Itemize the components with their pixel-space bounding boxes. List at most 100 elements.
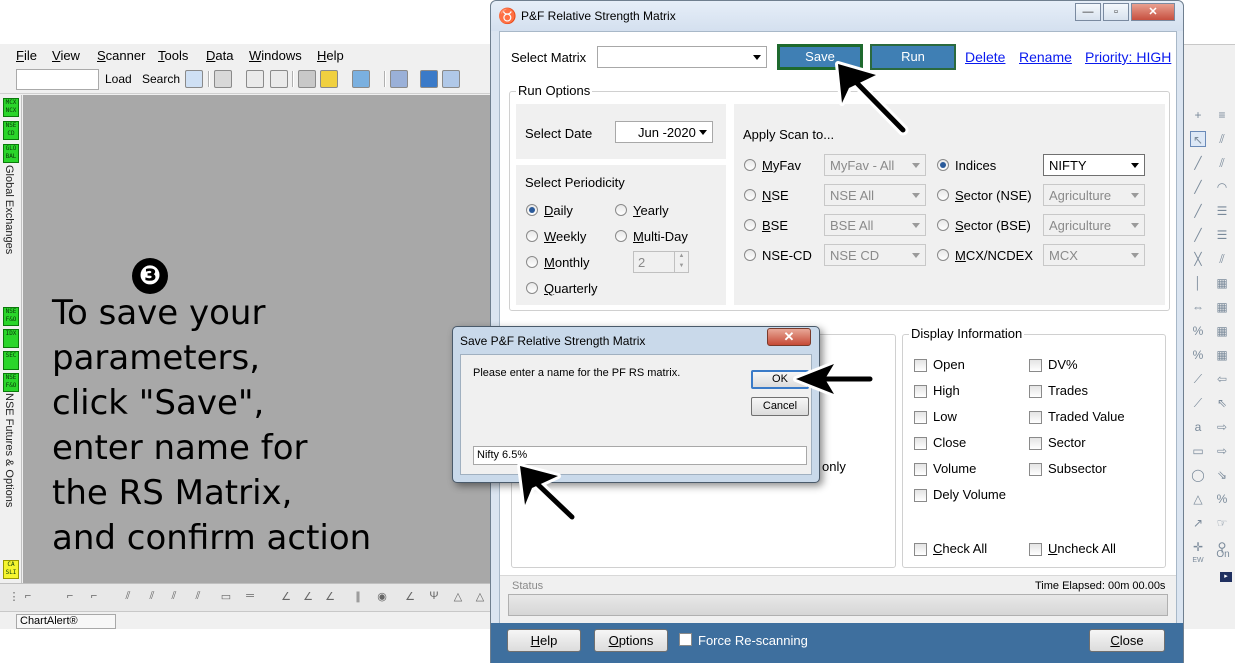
checkbox-check-all[interactable]: [914, 543, 927, 556]
percent-icon[interactable]: %: [1190, 323, 1206, 339]
window-close-button[interactable]: ✕: [1131, 3, 1175, 21]
triangle-icon[interactable]: △: [450, 590, 466, 606]
stepper-down-icon[interactable]: ▼: [674, 262, 688, 272]
arrow-left-icon[interactable]: ⇦: [1214, 371, 1230, 387]
checkbox-traded-value[interactable]: [1029, 411, 1042, 424]
grid-lines-icon[interactable]: ≡: [1214, 107, 1230, 123]
ruler-decimal-icon[interactable]: ⌐: [86, 590, 102, 606]
arrow-right-2-icon[interactable]: ⇨: [1214, 443, 1230, 459]
horizontal-line-icon[interactable]: ═: [242, 590, 258, 606]
ok-button[interactable]: OK: [751, 370, 809, 389]
ruler-icon[interactable]: ⌐: [62, 590, 78, 606]
radio-monthly[interactable]: [526, 256, 538, 268]
network-icon[interactable]: [390, 70, 408, 88]
menu-scanner[interactable]: Scanner: [97, 48, 145, 63]
ray-2-icon[interactable]: ╱: [1190, 203, 1206, 219]
radio-daily[interactable]: [526, 204, 538, 216]
crosshair-icon[interactable]: +: [1190, 107, 1206, 123]
ray-3-icon[interactable]: ╱: [1190, 227, 1206, 243]
vertical-line-icon[interactable]: │: [1190, 275, 1206, 291]
checkbox-volume[interactable]: [914, 463, 927, 476]
close-button[interactable]: Close: [1089, 629, 1165, 652]
radio-myfav[interactable]: [744, 159, 756, 171]
move-icon[interactable]: ✛: [1190, 539, 1206, 555]
pf-chart-icon[interactable]: [185, 70, 203, 88]
help-button[interactable]: Help: [507, 629, 581, 652]
exchange-button-ca[interactable]: CA SLI: [3, 560, 19, 579]
sector-bse-dropdown[interactable]: Agriculture: [1043, 214, 1145, 236]
fan-icon[interactable]: ∠: [278, 590, 294, 606]
exchange-button-global[interactable]: GLO BAL: [3, 144, 19, 163]
ew-svia-icon[interactable]: EW: [1188, 557, 1208, 573]
channel-icon[interactable]: ⫽: [144, 590, 160, 606]
channel-2-icon[interactable]: ⫽: [166, 590, 182, 606]
mcx-ncdex-dropdown[interactable]: MCX: [1043, 244, 1145, 266]
menu-data[interactable]: Data: [206, 48, 233, 63]
force-rescan-checkbox[interactable]: [679, 633, 692, 646]
load-button[interactable]: Load: [105, 72, 132, 86]
menu-file[interactable]: File: [16, 48, 37, 63]
save-disk-icon[interactable]: [214, 70, 232, 88]
rectangle-icon[interactable]: ▭: [1190, 443, 1206, 459]
maximize-button[interactable]: ▫: [1103, 3, 1129, 21]
radio-indices[interactable]: [937, 159, 949, 171]
checkbox-low[interactable]: [914, 411, 927, 424]
line-icon[interactable]: ╱: [1190, 155, 1206, 171]
checkbox-dv-percent[interactable]: [1029, 359, 1042, 372]
channel-3-icon[interactable]: ⫽: [190, 590, 206, 606]
arrow-down-right-icon[interactable]: ⇘: [1214, 467, 1230, 483]
exchange-button-sec[interactable]: SEC: [3, 351, 19, 370]
arrow-right-icon[interactable]: ⇨: [1214, 419, 1230, 435]
radio-nse[interactable]: [744, 189, 756, 201]
exchange-button-nse-cd[interactable]: NSE CD: [3, 121, 19, 140]
fan-2-icon[interactable]: ∠: [300, 590, 316, 606]
hatch-icon[interactable]: ⫽: [1214, 155, 1230, 171]
ellipse-icon[interactable]: ◯: [1190, 467, 1206, 483]
abc-text-icon[interactable]: a: [1190, 419, 1206, 435]
sector-nse-dropdown[interactable]: Agriculture: [1043, 184, 1145, 206]
dialog-close-button[interactable]: ✕: [767, 328, 811, 346]
checkbox-open[interactable]: [914, 359, 927, 372]
lines-icon[interactable]: ⫽: [1214, 131, 1230, 147]
exchange-button-mcx[interactable]: MCX NCX: [3, 98, 19, 117]
dm-icon[interactable]: [298, 70, 316, 88]
checkbox-close[interactable]: [914, 437, 927, 450]
checkbox-uncheck-all[interactable]: [1029, 543, 1042, 556]
select-matrix-dropdown[interactable]: [597, 46, 767, 68]
minimize-button[interactable]: —: [1075, 3, 1101, 21]
ray-icon[interactable]: ╱: [1190, 179, 1206, 195]
checkbox-high[interactable]: [914, 385, 927, 398]
table-2-icon[interactable]: ▦: [1214, 323, 1230, 339]
fib-2-icon[interactable]: ☰: [1214, 227, 1230, 243]
multi-day-stepper[interactable]: 2 ▲ ▼: [633, 251, 689, 273]
pitchfork-icon[interactable]: Ψ: [426, 590, 442, 606]
symbol-input[interactable]: [16, 69, 99, 90]
radio-mcx-ncdex[interactable]: [937, 249, 949, 261]
matrix-name-input[interactable]: Nifty 6.5%: [473, 446, 807, 465]
priority-link[interactable]: Priority: HIGH: [1085, 49, 1171, 65]
bse-dropdown[interactable]: BSE All: [824, 214, 926, 236]
trendline-icon[interactable]: ⫽: [120, 590, 136, 606]
globe-icon[interactable]: [420, 70, 438, 88]
search-button[interactable]: Search: [142, 72, 180, 86]
nse-dropdown[interactable]: NSE All: [824, 184, 926, 206]
radio-yearly[interactable]: [615, 204, 627, 216]
arc-icon[interactable]: ◠: [1214, 179, 1230, 195]
pointer-icon[interactable]: ↖: [1190, 131, 1206, 147]
hand-icon[interactable]: ☞: [1214, 515, 1230, 531]
radio-multi-day[interactable]: [615, 230, 627, 242]
checkbox-dely-volume[interactable]: [914, 489, 927, 502]
radio-sector-nse[interactable]: [937, 189, 949, 201]
radio-weekly[interactable]: [526, 230, 538, 242]
hatch-2-icon[interactable]: ▦: [1214, 275, 1230, 291]
save-button[interactable]: Save: [777, 44, 863, 70]
fan-3-icon[interactable]: ∠: [322, 590, 338, 606]
triangle-shape-icon[interactable]: △: [1190, 491, 1206, 507]
cancel-button[interactable]: Cancel: [751, 397, 809, 416]
menu-help[interactable]: Help: [317, 48, 344, 63]
radio-bse[interactable]: [744, 219, 756, 231]
sl-icon[interactable]: ╳: [1190, 251, 1206, 267]
parallel-icon[interactable]: ∥: [350, 590, 366, 606]
angle-icon[interactable]: ∠: [402, 590, 418, 606]
radio-sector-bse[interactable]: [937, 219, 949, 231]
